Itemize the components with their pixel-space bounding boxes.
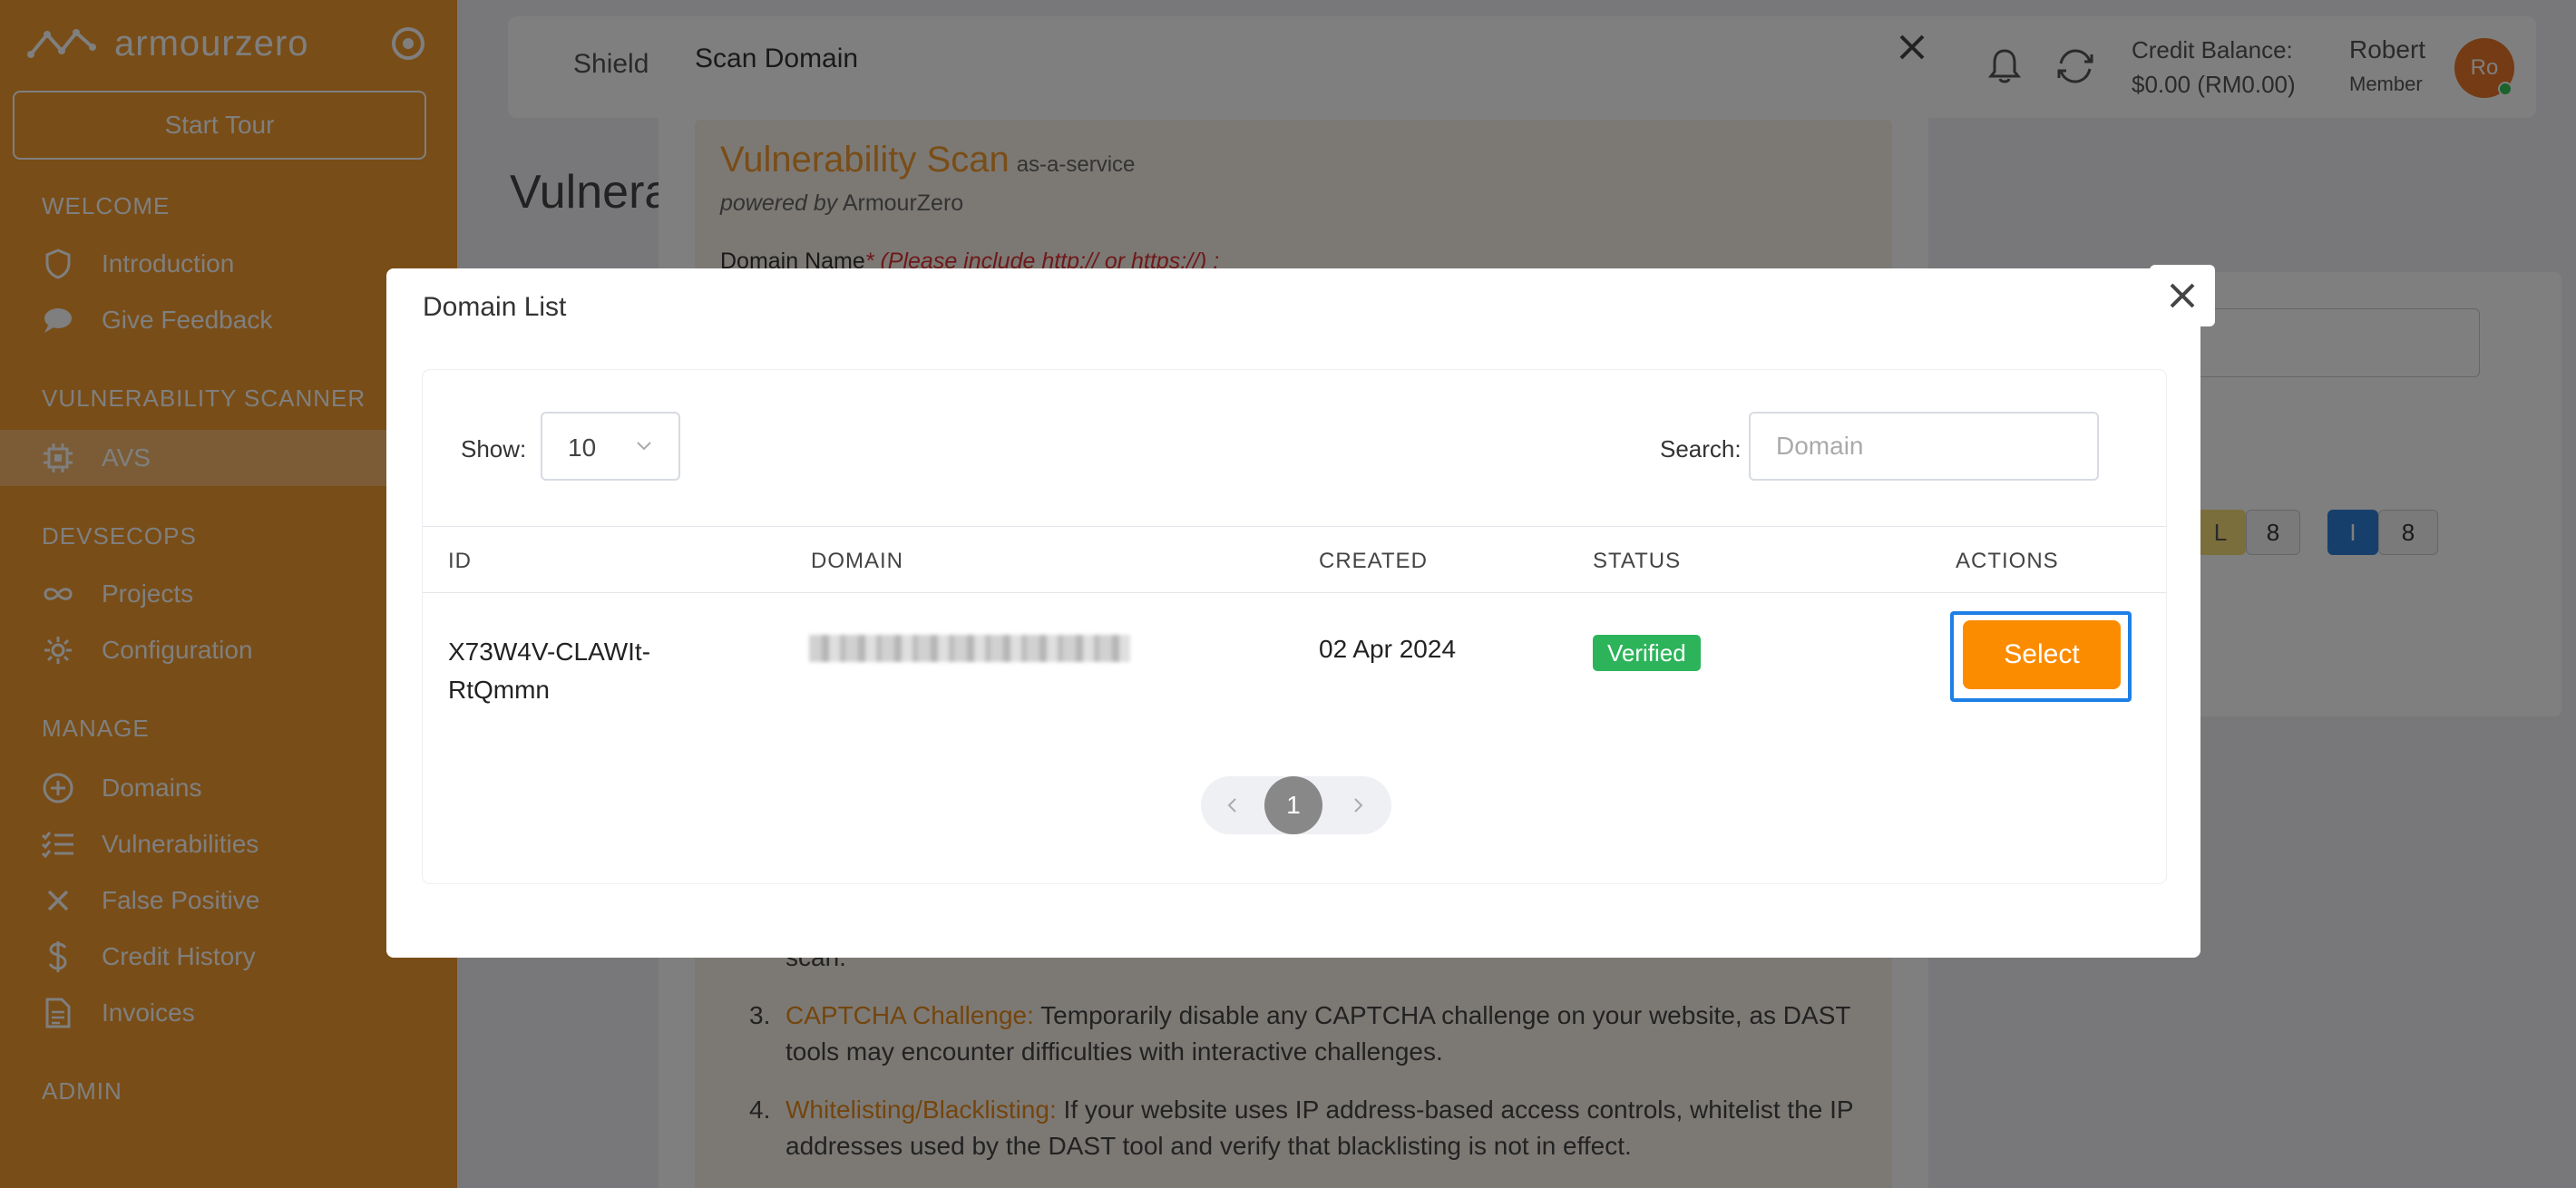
pagination: 1 xyxy=(1201,776,1391,834)
row-id-line1: X73W4V-CLAWIt- xyxy=(448,638,651,666)
redacted-domain xyxy=(809,635,1130,662)
domain-list-modal: Domain List Show: 10 Search: ID DOMAIN C… xyxy=(386,268,2200,958)
column-created: CREATED xyxy=(1319,549,1428,573)
show-label: Show: xyxy=(461,435,527,463)
page-size-select[interactable]: 10 xyxy=(541,412,680,481)
column-status: STATUS xyxy=(1593,549,1682,573)
table-header: ID DOMAIN CREATED STATUS ACTIONS xyxy=(423,526,2166,593)
page-size-value: 10 xyxy=(568,433,597,462)
row-id-line2: RtQmmn xyxy=(448,676,550,704)
row-created: 02 Apr 2024 xyxy=(1319,635,1457,663)
domain-list-close-button[interactable] xyxy=(2150,265,2215,326)
column-id: ID xyxy=(448,549,472,573)
domain-list-title: Domain List xyxy=(423,292,567,322)
domain-search-input[interactable] xyxy=(1749,412,2099,481)
status-badge: Verified xyxy=(1593,635,1701,671)
select-button[interactable]: Select xyxy=(1963,620,2121,689)
page-number[interactable]: 1 xyxy=(1264,776,1322,834)
domain-list-card: Show: 10 Search: ID DOMAIN CREATED STATU… xyxy=(423,370,2166,883)
search-label: Search: xyxy=(1660,435,1742,463)
close-icon xyxy=(2170,283,2195,308)
column-actions: ACTIONS xyxy=(1956,549,2059,573)
chevron-right-icon[interactable] xyxy=(1350,793,1366,818)
chevron-left-icon[interactable] xyxy=(1225,793,1241,818)
chevron-down-icon xyxy=(637,442,651,451)
column-domain: DOMAIN xyxy=(811,549,903,573)
row-id: X73W4V-CLAWIt- RtQmmn xyxy=(448,633,650,709)
